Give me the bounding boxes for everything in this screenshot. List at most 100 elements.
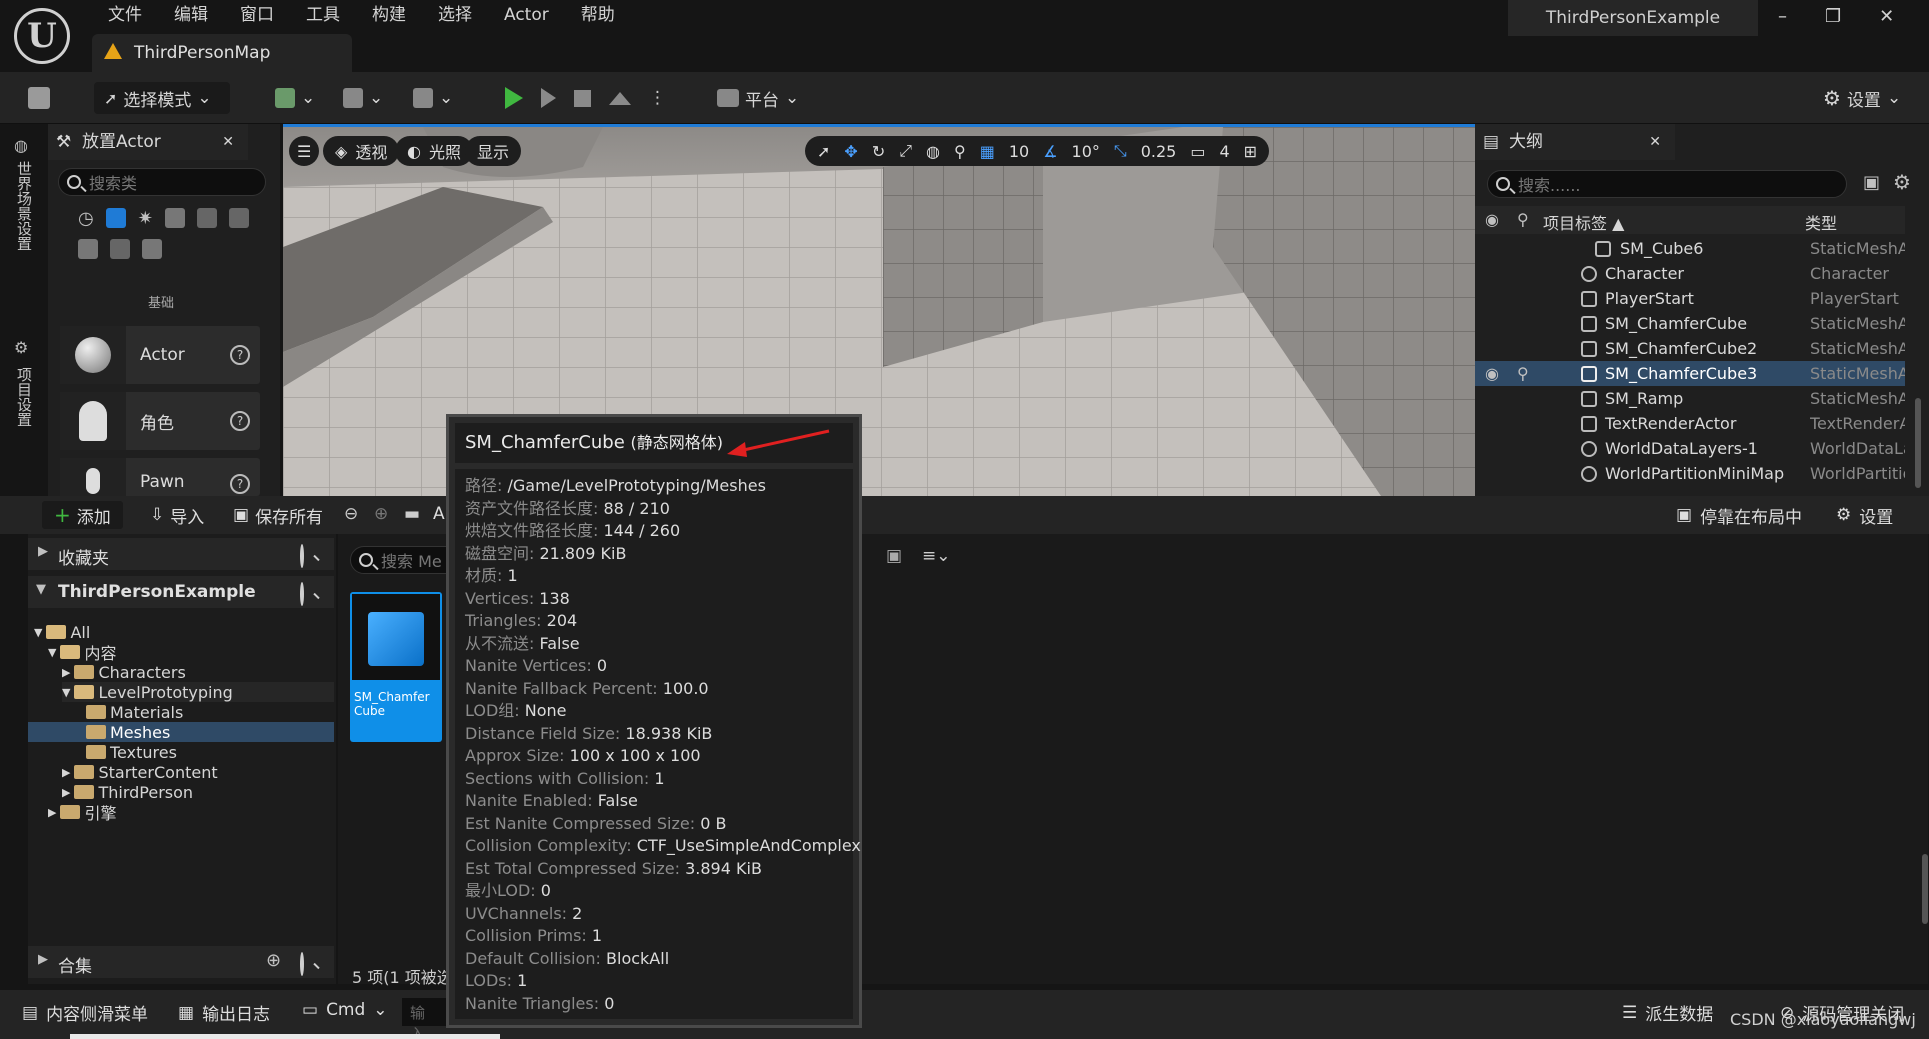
save-all-button[interactable]: ▣ 保存所有 — [233, 501, 323, 529]
collections-header[interactable]: ▶ 合集 ⊕ — [28, 946, 334, 978]
import-button[interactable]: ⇩ 导入 — [150, 501, 204, 529]
gear-icon[interactable]: ⚙ — [1893, 170, 1911, 194]
outliner-row[interactable]: WorldPartitionMiniMap WorldPartitio — [1475, 461, 1905, 486]
tree-item-characters[interactable]: ▶ Characters — [62, 662, 186, 682]
outliner-row[interactable]: SM_Ramp StaticMeshA — [1475, 386, 1905, 411]
show-button[interactable]: 显示 — [465, 136, 522, 166]
minimize-button[interactable]: – — [1778, 6, 1787, 27]
add-button[interactable]: + 添加 — [42, 501, 123, 529]
menu-select[interactable]: 选择 — [422, 4, 488, 26]
path-breadcrumb[interactable]: A — [433, 504, 445, 524]
menu-edit[interactable]: 编辑 — [158, 4, 224, 26]
rotation-snap-icon[interactable]: ∡ — [1043, 142, 1057, 161]
menu-help[interactable]: 帮助 — [565, 4, 631, 26]
menu-file[interactable]: 文件 — [92, 4, 158, 26]
outliner-row[interactable]: WorldDataLayers-1 WorldDataLa — [1475, 436, 1905, 461]
add-folder-icon[interactable]: ▣ — [1863, 172, 1880, 193]
scale-snap-value[interactable]: 0.25 — [1141, 142, 1177, 161]
tree-item-thirdperson[interactable]: ▶ ThirdPerson — [62, 782, 193, 802]
cinematics-button[interactable]: ⌄ — [413, 82, 453, 114]
derived-data-button[interactable]: ☰ 派生数据 — [1622, 1000, 1713, 1026]
select-mode-dropdown[interactable]: ➚ 选择模式 ⌄ — [94, 82, 230, 114]
asset-tile[interactable]: SM_Chamfer Cube — [350, 592, 442, 742]
lights-icon[interactable]: ✷ — [138, 208, 153, 229]
outliner-row[interactable]: SM_Cube6 StaticMeshA — [1475, 236, 1905, 261]
outliner-row[interactable]: Character Character — [1475, 261, 1905, 286]
save-search-icon[interactable]: ▣ — [886, 546, 902, 566]
lighting-button[interactable]: ◐ 光照 — [395, 136, 473, 166]
help-icon[interactable]: ? — [230, 345, 250, 365]
scale-snap-icon[interactable]: ⤡ — [1114, 141, 1127, 161]
forward-icon[interactable]: ⊕ — [374, 504, 388, 524]
outliner-row[interactable]: SM_ChamferCube StaticMeshA — [1475, 311, 1905, 336]
content-settings-button[interactable]: ⚙ 设置 — [1836, 501, 1893, 529]
layout-icon[interactable]: ⊞ — [1244, 142, 1257, 161]
search-icon[interactable] — [300, 952, 304, 976]
column-type[interactable]: 类型 — [1805, 210, 1837, 234]
close-icon[interactable]: ✕ — [222, 124, 234, 160]
eye-icon[interactable]: ◉ — [1485, 210, 1499, 229]
tree-item-levelprototyping[interactable]: ▼ LevelPrototyping — [62, 682, 334, 702]
unreal-logo-icon[interactable]: U — [14, 8, 70, 64]
menu-tools[interactable]: 工具 — [290, 4, 356, 26]
tree-item-content[interactable]: ▼ 内容 — [48, 642, 116, 663]
play-icon[interactable] — [505, 87, 523, 109]
place-item-pawn[interactable]: Pawn ? — [60, 458, 260, 496]
platforms-dropdown[interactable]: 平台 ⌄ — [717, 82, 799, 114]
settings-dropdown[interactable]: ⚙ 设置 ⌄ — [1823, 82, 1901, 114]
save-icon[interactable] — [28, 82, 50, 114]
column-label[interactable]: 项目标签 ▲ — [1543, 210, 1624, 234]
folder-icon[interactable]: ▬ — [404, 504, 420, 524]
tab-map[interactable]: ThirdPersonMap — [92, 34, 352, 72]
outliner-tab[interactable]: ▤ 大纲 ✕ — [1475, 124, 1675, 160]
more-options-icon[interactable]: ⋮ — [649, 88, 666, 108]
surface-snap-icon[interactable]: ⚲ — [954, 142, 966, 161]
outliner-row[interactable]: PlayerStart PlayerStart — [1475, 286, 1905, 311]
search-icon[interactable] — [300, 544, 304, 568]
search-icon[interactable] — [300, 582, 304, 606]
pin-icon[interactable]: ⚲ — [1517, 210, 1529, 229]
help-icon[interactable]: ? — [230, 411, 250, 431]
volumes-icon[interactable] — [110, 239, 130, 259]
step-icon[interactable] — [541, 88, 556, 108]
menu-build[interactable]: 构建 — [356, 4, 422, 26]
outliner-scrollbar[interactable] — [1915, 398, 1921, 488]
eye-icon[interactable]: ◉ — [1485, 364, 1499, 383]
cmd-dropdown[interactable]: ▭ Cmd ⌄ — [302, 1000, 388, 1020]
basic-category-icon[interactable] — [105, 208, 126, 228]
console-input[interactable]: 输入 — [402, 998, 446, 1039]
tree-item-all[interactable]: ▼ All — [34, 622, 90, 642]
restore-button[interactable]: ❐ — [1825, 6, 1841, 27]
outliner-search-input[interactable]: 搜索...... — [1487, 170, 1847, 198]
rotate-tool-icon[interactable]: ↻ — [872, 142, 885, 161]
close-icon[interactable]: ✕ — [1649, 124, 1661, 160]
content-drawer-button[interactable]: ▤ 内容侧滑菜单 — [22, 1000, 148, 1026]
menu-window[interactable]: 窗口 — [224, 4, 290, 26]
grid-snap-icon[interactable]: ▦ — [980, 142, 995, 161]
camera-speed-value[interactable]: 4 — [1219, 142, 1229, 161]
pin-icon[interactable]: ⚲ — [1517, 364, 1529, 383]
cinematic-icon[interactable] — [196, 208, 217, 228]
place-actors-tab[interactable]: ⚒ 放置Actor ✕ — [48, 124, 248, 160]
shapes-icon[interactable] — [164, 208, 185, 228]
select-tool-icon[interactable]: ➚ — [817, 142, 830, 161]
tree-item-engine[interactable]: ▶ 引擎 — [48, 802, 116, 823]
geometry-icon[interactable] — [78, 239, 98, 259]
blueprint-button[interactable]: ⌄ — [343, 82, 383, 114]
outliner-row[interactable]: SM_ChamferCube2 StaticMeshA — [1475, 336, 1905, 361]
place-item-character[interactable]: 角色 ? — [60, 392, 260, 450]
grid-snap-value[interactable]: 10 — [1009, 142, 1029, 161]
recent-icon[interactable]: ◷ — [78, 208, 94, 229]
menu-actor[interactable]: Actor — [488, 4, 565, 26]
tree-item-meshes[interactable]: Meshes — [28, 722, 334, 742]
asset-search-input[interactable]: 搜索 Me — [350, 546, 460, 574]
project-header[interactable]: ▼ ThirdPersonExample — [28, 576, 334, 608]
outliner-row[interactable]: TextRenderActor TextRenderA — [1475, 411, 1905, 436]
move-tool-icon[interactable]: ✥ — [844, 142, 857, 161]
camera-speed-icon[interactable]: ▭ — [1190, 142, 1205, 161]
search-input[interactable]: 搜索类 — [58, 168, 266, 196]
favorites-header[interactable]: ▶ 收藏夹 — [28, 538, 334, 570]
tree-item-startercontent[interactable]: ▶ StarterContent — [62, 762, 218, 782]
help-icon[interactable]: ? — [230, 474, 250, 494]
close-button[interactable]: ✕ — [1879, 6, 1894, 27]
